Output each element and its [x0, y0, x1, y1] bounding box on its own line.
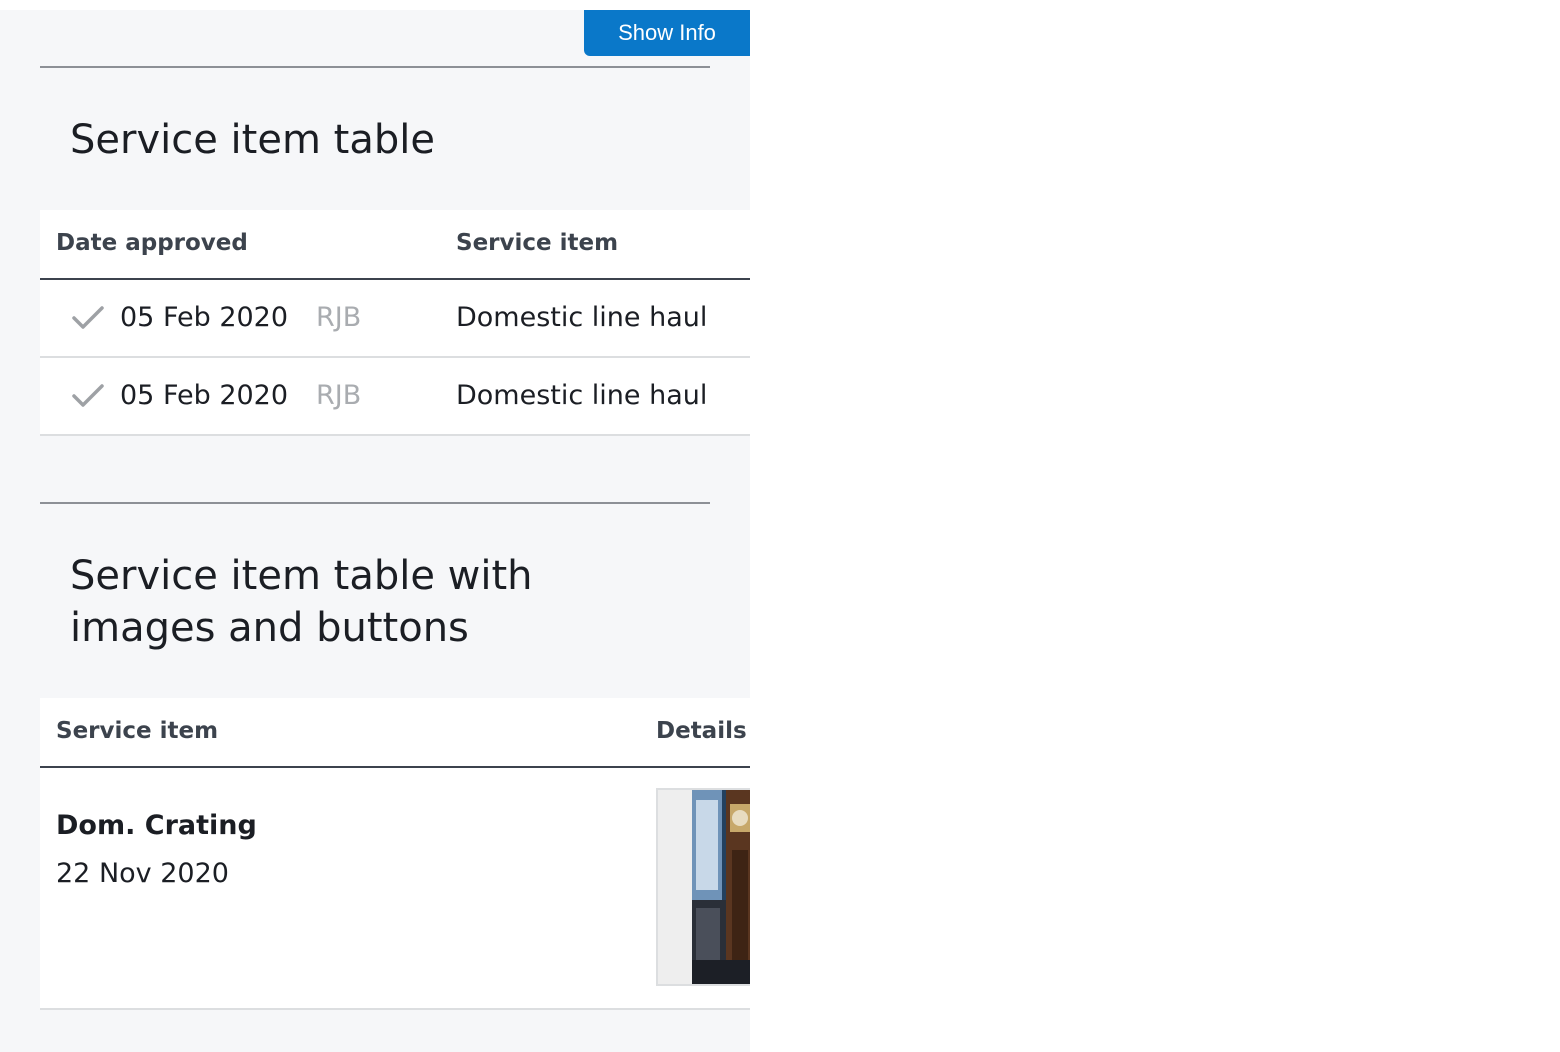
section-title: Service item table with images and butto…	[70, 550, 533, 654]
service-item-name: Domestic line haul	[456, 380, 708, 411]
section-divider	[40, 66, 710, 68]
table-row: 05 Feb 2020 RJB Domestic line haul	[40, 280, 750, 358]
service-item-name: Domestic line haul	[456, 302, 708, 333]
check-icon	[72, 384, 104, 407]
table-header: Service item Details	[40, 698, 750, 768]
approver-initials: RJB	[316, 302, 362, 333]
section-title-line: images and buttons	[70, 605, 469, 651]
section-title-line: Service item table with	[70, 553, 533, 599]
table-row: 05 Feb 2020 RJB Domestic line haul	[40, 358, 750, 436]
approver-initials: RJB	[316, 380, 362, 411]
service-item-date: 22 Nov 2020	[56, 858, 229, 889]
service-item-image-table: Service item Details Dom. Crating 22 Nov…	[40, 698, 750, 1010]
column-header-service-item: Service item	[456, 230, 619, 256]
column-header-details: Details	[656, 718, 747, 744]
table-header: Date approved Service item	[40, 210, 750, 280]
date-approved: 05 Feb 2020	[120, 302, 289, 333]
section-title: Service item table	[70, 117, 435, 163]
column-header-date-approved: Date approved	[56, 230, 248, 256]
section-divider	[40, 502, 710, 504]
service-item-image-thumbnail[interactable]	[656, 788, 750, 986]
table-row: Dom. Crating 22 Nov 2020	[40, 768, 750, 1010]
service-item-name: Dom. Crating	[56, 810, 257, 841]
check-icon	[72, 306, 104, 329]
column-header-service-item: Service item	[56, 718, 219, 744]
show-info-button[interactable]: Show Info	[584, 10, 750, 56]
service-item-table: Date approved Service item 05 Feb 2020 R…	[40, 210, 750, 436]
page-frame: Show Info Service item table Date approv…	[0, 10, 750, 1052]
date-approved: 05 Feb 2020	[120, 380, 289, 411]
grandfather-clock-photo	[692, 790, 750, 984]
